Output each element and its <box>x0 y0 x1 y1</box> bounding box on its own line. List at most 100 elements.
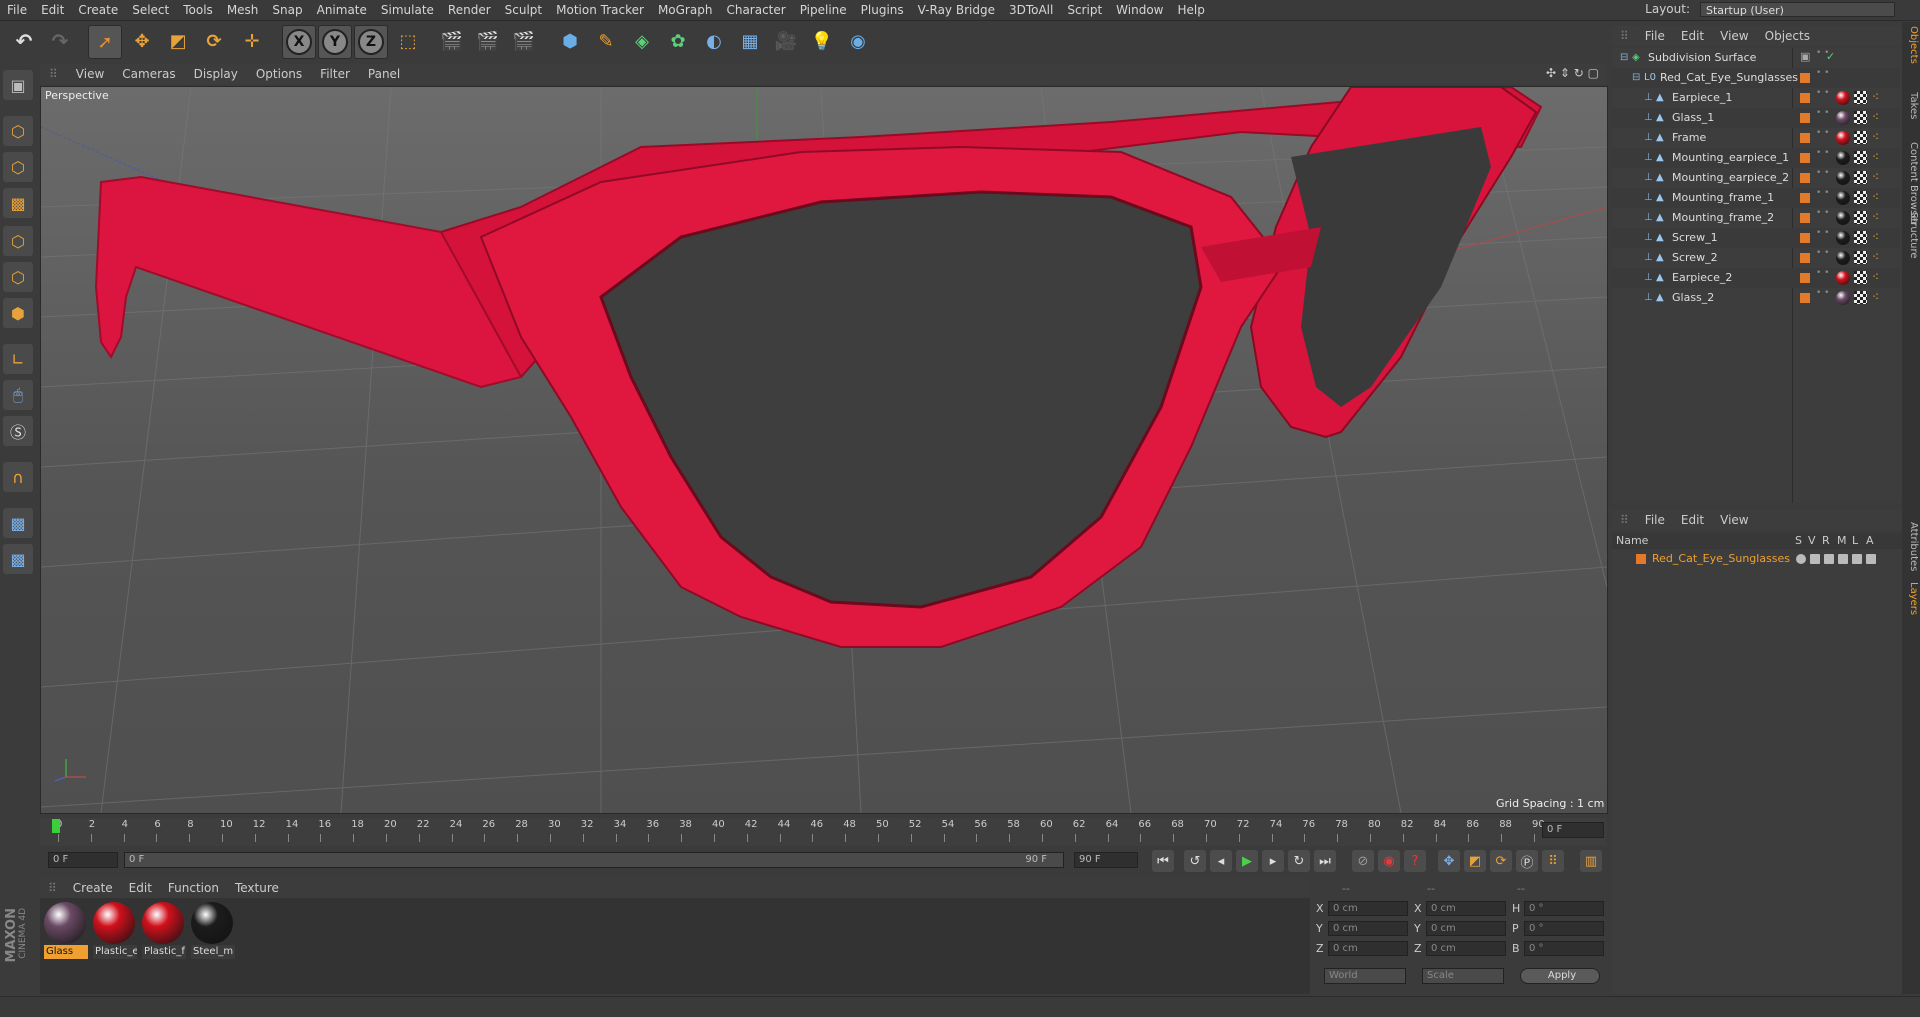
menu-file[interactable]: File <box>0 0 34 20</box>
menu-animate[interactable]: Animate <box>310 0 374 20</box>
material-menu-texture[interactable]: Texture <box>227 881 287 895</box>
material-tag-icon[interactable] <box>1836 131 1850 145</box>
lock-workplane-button[interactable]: ▩ <box>3 508 33 538</box>
position-key-button[interactable]: ✥ <box>1438 850 1460 872</box>
visibility-dots-icon[interactable]: • • <box>1816 129 1829 138</box>
uvw-tag-icon[interactable] <box>1854 191 1867 204</box>
layer-color-swatch[interactable] <box>1800 253 1810 263</box>
material-swatch[interactable]: Steel_m <box>191 902 235 959</box>
render-view-button[interactable]: 🎬 <box>436 25 468 57</box>
redo-button[interactable]: ↷ <box>44 25 76 57</box>
coordinate-system-button[interactable]: ⬚ <box>392 25 424 57</box>
python-button[interactable]: ◉ <box>842 25 874 57</box>
object-row[interactable]: ⊥ ▲ Glass_2 • • ⁖ <box>1612 288 1900 308</box>
menu-render[interactable]: Render <box>441 0 498 20</box>
visibility-dots-icon[interactable]: • • <box>1816 209 1829 218</box>
deformer-button[interactable]: ◐ <box>698 25 730 57</box>
workplane-button[interactable]: ▩ <box>3 188 33 218</box>
scale-key-button[interactable]: ◩ <box>1464 850 1486 872</box>
layer-color-swatch[interactable] <box>1800 293 1810 303</box>
frame-range-slider[interactable]: 0 F 90 F <box>124 852 1064 868</box>
make-editable-button[interactable]: ▣ <box>3 70 33 100</box>
scale-button[interactable]: ◩ <box>162 25 194 57</box>
edit-toggle-icon[interactable]: ▣ <box>1800 50 1810 63</box>
phong-tag-icon[interactable]: ⁖ <box>1872 270 1879 284</box>
lock-icon[interactable] <box>1852 554 1862 564</box>
live-select-button[interactable]: ➚ <box>88 25 122 59</box>
layer-color-swatch[interactable] <box>1800 213 1810 223</box>
layer-color-swatch[interactable] <box>1800 113 1810 123</box>
material-swatch[interactable]: Glass <box>44 902 88 959</box>
material-menu-create[interactable]: Create <box>65 881 121 895</box>
menu-select[interactable]: Select <box>125 0 176 20</box>
layer-color-swatch[interactable] <box>1800 173 1810 183</box>
material-menu-function[interactable]: Function <box>160 881 227 895</box>
expand-toggle-icon[interactable]: ⊟ <box>1632 68 1642 83</box>
layer-menu-file[interactable]: File <box>1637 513 1673 527</box>
phong-tag-icon[interactable]: ⁖ <box>1872 110 1879 124</box>
auto-keying-button[interactable]: ◉ <box>1378 850 1400 872</box>
render-icon[interactable] <box>1824 554 1834 564</box>
phong-tag-icon[interactable]: ⁖ <box>1872 170 1879 184</box>
points-mode-button[interactable]: ⬡ <box>3 226 33 256</box>
point-level-key-button[interactable]: ⠿ <box>1542 850 1564 872</box>
phong-tag-icon[interactable]: ⁖ <box>1872 150 1879 164</box>
menu-edit[interactable]: Edit <box>34 0 71 20</box>
current-frame-field[interactable]: 0 F <box>1542 822 1604 838</box>
phong-tag-icon[interactable]: ⁖ <box>1872 250 1879 264</box>
coord-value-field[interactable]: 0 ° <box>1524 901 1604 916</box>
layer-color-swatch[interactable] <box>1800 233 1810 243</box>
uvw-tag-icon[interactable] <box>1854 111 1867 124</box>
pen-button[interactable]: ✎ <box>590 25 622 57</box>
material-tag-icon[interactable] <box>1836 91 1850 105</box>
layer-color-swatch[interactable] <box>1800 133 1810 143</box>
view-icon[interactable] <box>1810 554 1820 564</box>
object-row[interactable]: ⊥ ▲ Screw_1 • • ⁖ <box>1612 228 1900 248</box>
menu-mograph[interactable]: MoGraph <box>651 0 720 20</box>
next-frame-button[interactable]: ▸ <box>1262 850 1284 872</box>
visibility-dots-icon[interactable]: • • <box>1816 149 1829 158</box>
layer-color-swatch[interactable] <box>1800 153 1810 163</box>
coord-value-field[interactable]: 0 ° <box>1524 941 1604 956</box>
texture-mode-button[interactable]: ⬡ <box>3 152 33 182</box>
manager-icon[interactable] <box>1838 554 1848 564</box>
object-row[interactable]: ⊟ L0 Red_Cat_Eye_Sunglasses • • <box>1612 68 1900 88</box>
menu-v-ray-bridge[interactable]: V-Ray Bridge <box>911 0 1002 20</box>
side-tab-layers[interactable]: Layers <box>1903 582 1919 615</box>
layer-menu-view[interactable]: View <box>1712 513 1756 527</box>
visibility-dots-icon[interactable]: • • <box>1816 189 1829 198</box>
keyframe-selection-button[interactable]: ? <box>1404 850 1426 872</box>
start-frame-field[interactable]: 0 F <box>48 852 118 868</box>
menu-character[interactable]: Character <box>719 0 792 20</box>
object-menu-file[interactable]: File <box>1637 29 1673 43</box>
viewport-menu-view[interactable]: View <box>67 67 113 81</box>
menu-window[interactable]: Window <box>1109 0 1170 20</box>
enabled-check-icon[interactable]: ✓ <box>1826 50 1835 63</box>
layer-color-swatch[interactable] <box>1800 193 1810 203</box>
object-row[interactable]: ⊥ ▲ Earpiece_1 • • ⁖ <box>1612 88 1900 108</box>
phong-tag-icon[interactable]: ⁖ <box>1872 90 1879 104</box>
end-frame-field[interactable]: 90 F <box>1074 852 1138 868</box>
tweak-mode-button[interactable]: 🖱 <box>3 380 33 410</box>
material-swatch[interactable]: Plastic_f <box>142 902 186 959</box>
object-row[interactable]: ⊥ ▲ Glass_1 • • ⁖ <box>1612 108 1900 128</box>
menu-3dtoall[interactable]: 3DToAll <box>1002 0 1060 20</box>
workplane-align-button[interactable]: ▩ <box>3 544 33 574</box>
camera-button[interactable]: 🎥 <box>770 25 802 57</box>
transform-button[interactable]: ✛ <box>236 25 268 57</box>
uvw-tag-icon[interactable] <box>1854 131 1867 144</box>
menu-simulate[interactable]: Simulate <box>374 0 441 20</box>
menu-pipeline[interactable]: Pipeline <box>793 0 854 20</box>
coord-value-field[interactable]: 0 cm <box>1426 921 1506 936</box>
material-tag-icon[interactable] <box>1836 111 1850 125</box>
uvw-tag-icon[interactable] <box>1854 211 1867 224</box>
layer-color-swatch[interactable] <box>1800 273 1810 283</box>
material-tag-icon[interactable] <box>1836 231 1850 245</box>
menu-script[interactable]: Script <box>1060 0 1109 20</box>
cube-button[interactable]: ⬢ <box>554 25 586 57</box>
material-tag-icon[interactable] <box>1836 151 1850 165</box>
solo-button[interactable]: Ⓢ <box>3 416 33 446</box>
material-tag-icon[interactable] <box>1836 291 1850 305</box>
model-mode-button[interactable]: ⬡ <box>3 116 33 146</box>
rotate-button[interactable]: ⟳ <box>198 25 230 57</box>
